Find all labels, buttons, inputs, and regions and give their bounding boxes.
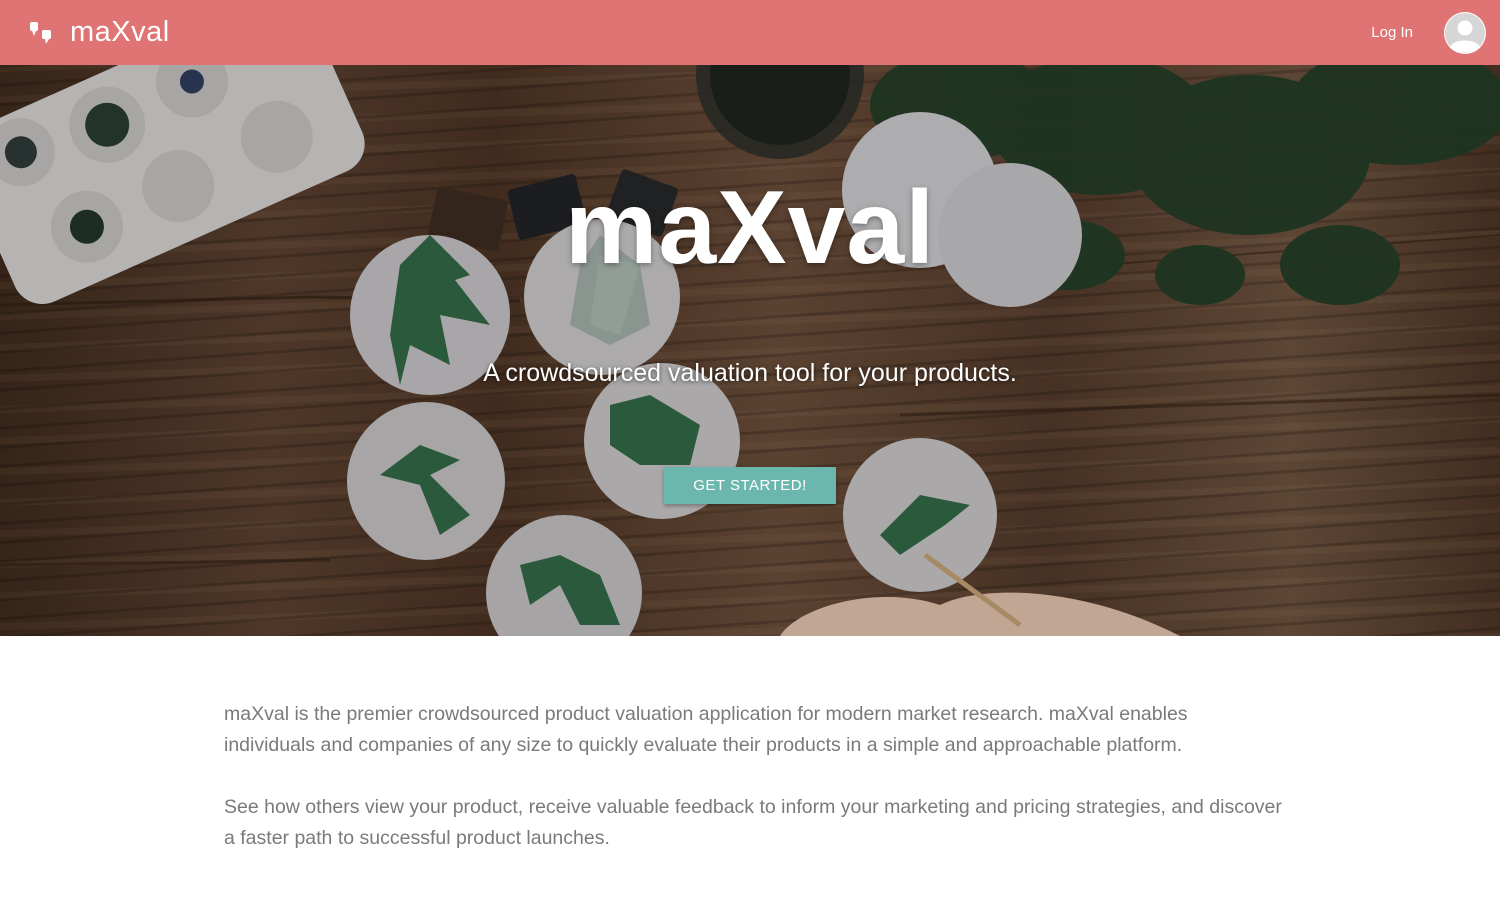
top-navbar: maXval Log In — [0, 0, 1500, 65]
hero-banner: maXval A crowdsourced valuation tool for… — [0, 65, 1500, 636]
brand-logo[interactable]: maXval — [28, 16, 170, 49]
nav-right: Log In — [1371, 11, 1500, 54]
avatar-silhouette-icon — [1445, 12, 1485, 53]
about-paragraph-1: maXval is the premier crowdsourced produ… — [224, 703, 1188, 756]
get-started-button[interactable]: GET STARTED! — [664, 467, 836, 504]
quote-bubble-icon — [30, 21, 51, 44]
hero-subtitle: A crowdsourced valuation tool for your p… — [483, 359, 1017, 387]
about-paragraph-2: See how others view your product, receiv… — [224, 796, 1282, 849]
hero-title: maXval — [564, 170, 936, 286]
brand-name: maXval — [70, 16, 170, 48]
about-section: maXval is the premier crowdsourced produ… — [224, 699, 1284, 885]
user-avatar-icon[interactable] — [1444, 11, 1486, 54]
hero-overlay — [0, 65, 1500, 636]
login-link[interactable]: Log In — [1371, 24, 1413, 41]
